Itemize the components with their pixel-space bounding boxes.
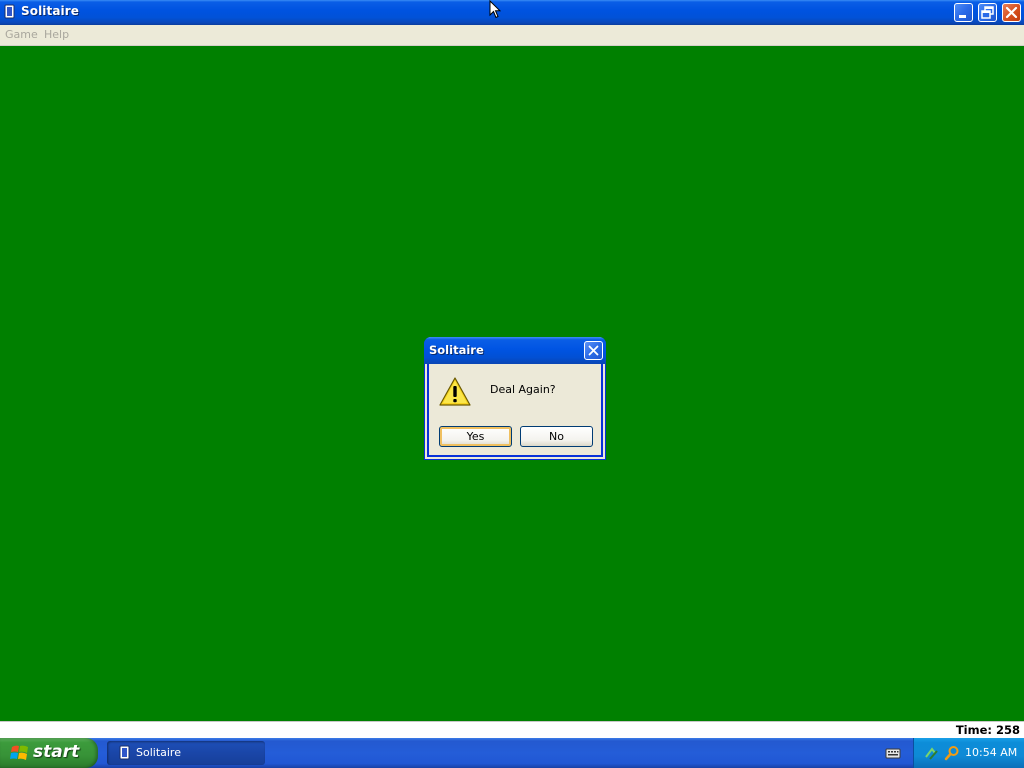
menu-bar: Game Help <box>0 25 1024 46</box>
dialog-message: Deal Again? <box>490 383 556 396</box>
taskbar-item-solitaire[interactable]: Solitaire <box>107 741 265 765</box>
menu-help[interactable]: Help <box>44 28 69 41</box>
warning-icon <box>439 376 471 411</box>
clock: 10:54 AM <box>965 746 1018 759</box>
minimize-icon <box>959 15 966 18</box>
dialog-title: Solitaire <box>429 343 484 357</box>
dialog-body: Deal Again? Yes No <box>427 364 603 457</box>
taskbar-item-label: Solitaire <box>136 746 181 759</box>
dialog-close-button[interactable] <box>584 341 603 360</box>
start-button[interactable]: start <box>0 738 98 768</box>
solitaire-card-icon <box>4 4 16 20</box>
start-label: start <box>33 742 80 762</box>
window-titlebar[interactable]: Solitaire <box>0 0 1024 25</box>
system-tray: 10:54 AM <box>913 738 1024 768</box>
close-button[interactable] <box>1002 3 1021 22</box>
yes-button[interactable]: Yes <box>439 426 512 447</box>
network-icon[interactable] <box>924 745 940 764</box>
mouse-cursor-icon <box>489 0 502 22</box>
search-icon[interactable] <box>944 745 960 764</box>
deal-again-dialog: Solitaire Deal Again? Yes No <box>424 337 606 460</box>
restore-button[interactable] <box>978 3 997 22</box>
dialog-titlebar[interactable]: Solitaire <box>424 337 606 364</box>
close-icon <box>588 345 599 356</box>
window-title: Solitaire <box>21 4 80 18</box>
elapsed-time: Time: 258 <box>955 723 1020 737</box>
windows-logo-icon <box>10 744 30 765</box>
menu-game[interactable]: Game <box>5 28 38 41</box>
taskbar: start Solitaire 10:54 AM <box>0 738 1024 768</box>
restore-icon <box>981 6 994 19</box>
keyboard-icon[interactable] <box>885 746 901 763</box>
status-bar: Time: 258 <box>0 721 1024 739</box>
close-icon <box>1005 6 1018 19</box>
solitaire-card-icon <box>119 745 131 764</box>
minimize-button[interactable] <box>954 3 973 22</box>
no-button[interactable]: No <box>520 426 593 447</box>
